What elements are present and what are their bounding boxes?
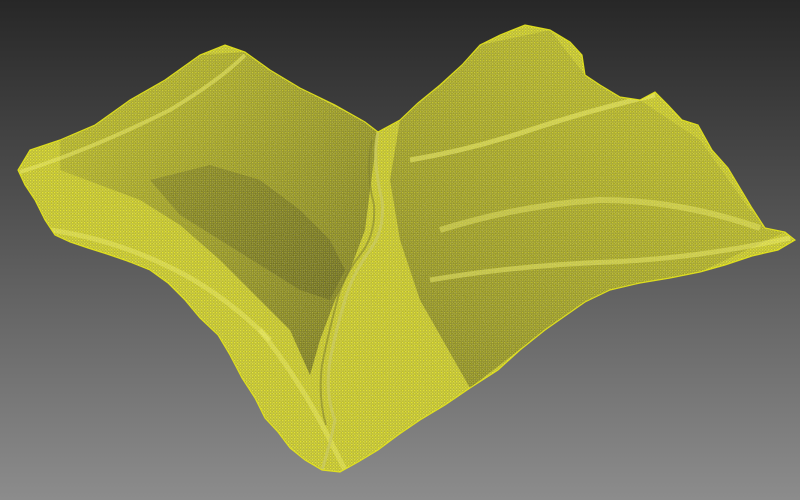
3d-viewport[interactable] xyxy=(0,0,800,500)
terrain-point-cloud-render xyxy=(0,0,800,500)
